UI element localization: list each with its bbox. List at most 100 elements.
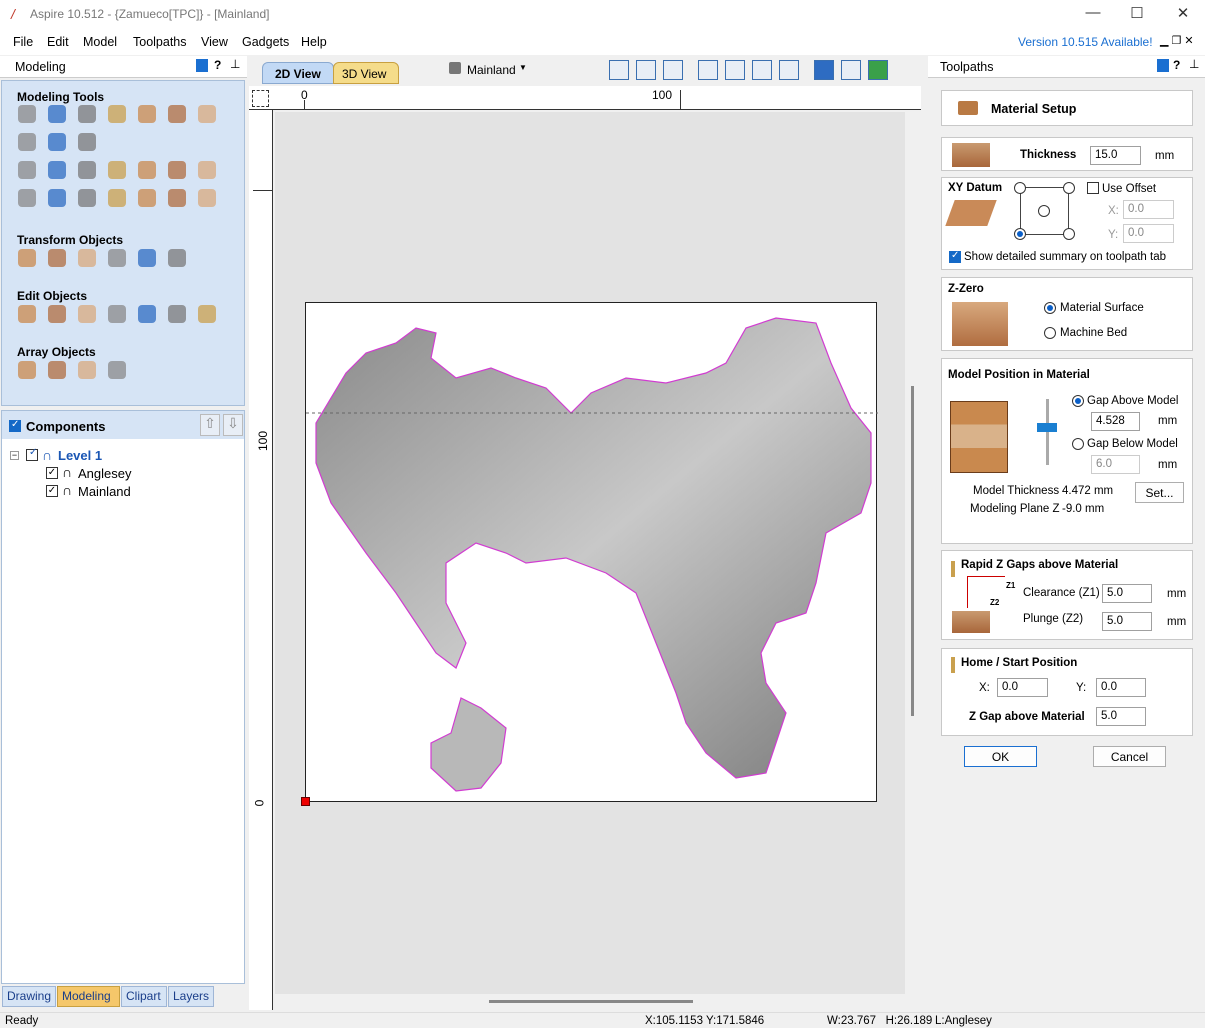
material-surface-radio[interactable] — [1044, 302, 1056, 314]
tab-layers[interactable]: Layers — [168, 986, 214, 1007]
bevel-icon[interactable] — [108, 189, 126, 207]
ok-button[interactable]: OK — [964, 746, 1037, 767]
scale-icon[interactable] — [18, 249, 36, 267]
mold-icon[interactable] — [168, 105, 186, 123]
tweak-icon[interactable] — [108, 161, 126, 179]
move-icon[interactable] — [168, 249, 186, 267]
datum-top-left-radio[interactable] — [1014, 182, 1026, 194]
gap-below-input[interactable]: 6.0 — [1091, 455, 1140, 474]
texture-icon[interactable] — [138, 105, 156, 123]
pan-icon[interactable] — [698, 60, 718, 80]
drawing-canvas[interactable] — [275, 112, 905, 994]
select-icon[interactable] — [18, 305, 36, 323]
wrench-icon[interactable] — [18, 189, 36, 207]
set-button[interactable]: Set... — [1135, 482, 1184, 503]
zoom-selection-icon[interactable] — [779, 60, 799, 80]
distort-icon[interactable] — [48, 133, 66, 151]
datum-bottom-right-radio[interactable] — [1063, 228, 1075, 240]
create-shape-icon[interactable] — [18, 105, 36, 123]
help-icon[interactable]: ? — [214, 58, 221, 72]
node-edit-icon[interactable] — [48, 305, 66, 323]
join-icon[interactable] — [168, 305, 186, 323]
anglesey-checkbox[interactable]: ✓ — [46, 467, 58, 479]
level-1-label[interactable]: Level 1 — [58, 448, 102, 463]
dropdown-arrow-icon[interactable]: ▼ — [519, 63, 527, 72]
rectangular-array-icon[interactable] — [18, 361, 36, 379]
show-summary-checkbox[interactable] — [949, 250, 961, 263]
menu-help[interactable]: Help — [301, 35, 327, 49]
menu-file[interactable]: File — [13, 35, 33, 49]
menu-toolpaths[interactable]: Toolpaths — [133, 35, 187, 49]
mirror-icon[interactable] — [108, 249, 126, 267]
tab-3d-view[interactable]: 3D View — [333, 62, 399, 84]
zoom-out-icon[interactable] — [752, 60, 772, 80]
sphere-icon[interactable] — [168, 161, 186, 179]
cancel-button[interactable]: Cancel — [1093, 746, 1166, 767]
zoom-fit-icon[interactable] — [636, 60, 656, 80]
extrude-icon[interactable] — [108, 105, 126, 123]
machine-bed-radio[interactable] — [1044, 327, 1056, 339]
bitmap-icon[interactable] — [18, 161, 36, 179]
menu-gadgets[interactable]: Gadgets — [242, 35, 289, 49]
toggle-icon[interactable] — [841, 60, 861, 80]
trim-icon[interactable] — [198, 305, 216, 323]
mdi-controls[interactable]: ▁ ❐ ✕ — [1160, 34, 1194, 47]
frame-icon[interactable] — [198, 161, 216, 179]
offset-x-input[interactable]: 0.0 — [1123, 200, 1174, 219]
pin-panel-icon[interactable] — [1157, 59, 1169, 72]
menu-edit[interactable]: Edit — [47, 35, 69, 49]
copy-along-icon[interactable] — [108, 361, 126, 379]
circular-array-icon[interactable] — [48, 361, 66, 379]
zoom-in-icon[interactable] — [725, 60, 745, 80]
pin-panel-icon[interactable] — [196, 59, 208, 72]
snap-icon[interactable] — [814, 60, 834, 80]
ruler-origin-icon[interactable] — [252, 90, 269, 107]
position-slider-handle[interactable] — [1037, 423, 1057, 432]
terrain-relief[interactable] — [306, 303, 878, 803]
collapse-tree-icon[interactable]: − — [10, 451, 19, 460]
slice-icon[interactable] — [78, 133, 96, 151]
version-available-link[interactable]: Version 10.515 Available! — [1018, 35, 1153, 49]
gap-above-input[interactable]: 4.528 — [1091, 412, 1140, 431]
close-button[interactable]: ✕ — [1172, 4, 1194, 24]
ungroup-icon[interactable] — [138, 305, 156, 323]
gap-above-radio[interactable] — [1072, 395, 1084, 407]
zoom-box-icon[interactable] — [609, 60, 629, 80]
menu-view[interactable]: View — [201, 35, 228, 49]
mound-icon[interactable] — [78, 189, 96, 207]
tab-2d-view[interactable]: 2D View — [262, 62, 334, 84]
use-offset-checkbox[interactable] — [1087, 182, 1099, 194]
offset-y-input[interactable]: 0.0 — [1123, 224, 1174, 243]
tab-modeling[interactable]: Modeling — [57, 986, 120, 1007]
tile-icon[interactable] — [78, 161, 96, 179]
components-toggle-checkbox[interactable] — [9, 419, 21, 432]
tab-drawing[interactable]: Drawing — [2, 986, 56, 1007]
grid-icon[interactable] — [663, 60, 683, 80]
plunge-input[interactable]: 5.0 — [1102, 612, 1152, 631]
group-icon[interactable] — [108, 305, 126, 323]
dome-half-icon[interactable] — [138, 189, 156, 207]
vertical-scrollbar[interactable] — [911, 386, 914, 716]
help-icon[interactable]: ? — [1173, 58, 1180, 72]
clearance-input[interactable]: 5.0 — [1102, 584, 1152, 603]
import-component-icon[interactable] — [18, 133, 36, 151]
path-array-icon[interactable] — [78, 361, 96, 379]
thickness-input[interactable]: 15.0 — [1090, 146, 1141, 165]
minimize-button[interactable]: — — [1082, 4, 1104, 24]
align-icon[interactable] — [78, 249, 96, 267]
sweep-two-rail-icon[interactable] — [78, 105, 96, 123]
dome-icon[interactable] — [138, 161, 156, 179]
home-y-input[interactable]: 0.0 — [1096, 678, 1146, 697]
stack-icon[interactable] — [168, 189, 186, 207]
resize-icon[interactable] — [48, 249, 66, 267]
sweep-one-rail-icon[interactable] — [48, 105, 66, 123]
texture-area-icon[interactable] — [48, 189, 66, 207]
horizontal-scrollbar[interactable] — [489, 1000, 693, 1003]
move-down-arrow-icon[interactable]: ⇩ — [223, 414, 243, 436]
pushpin-icon[interactable]: ⊥ — [1189, 57, 1199, 71]
tab-clipart[interactable]: Clipart — [121, 986, 167, 1007]
datum-bottom-left-radio[interactable] — [1014, 228, 1026, 240]
transform-icon[interactable] — [78, 305, 96, 323]
mainland-checkbox[interactable]: ✓ — [46, 485, 58, 497]
component-anglesey[interactable]: Anglesey — [78, 466, 131, 481]
